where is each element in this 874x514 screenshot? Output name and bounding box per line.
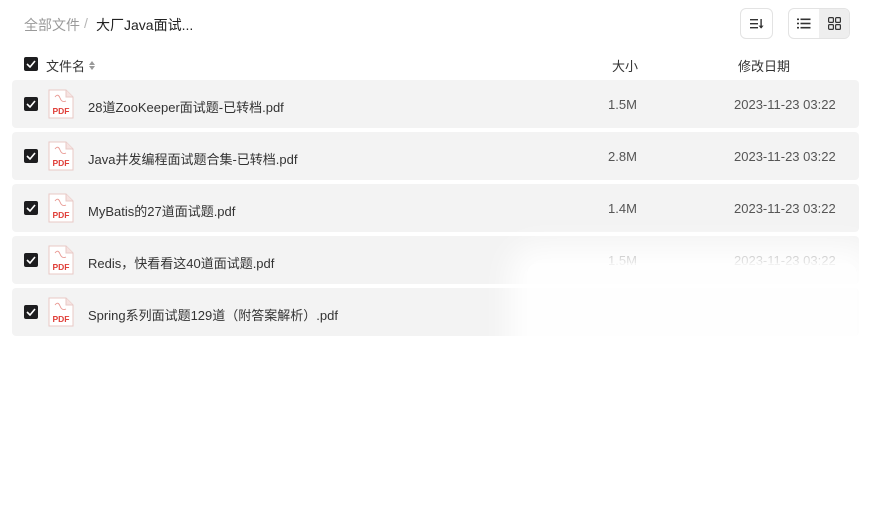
size-column-header: 大小 — [612, 59, 639, 74]
pdf-file-icon: PDF — [48, 141, 74, 171]
file-checkbox[interactable] — [24, 253, 38, 267]
sort-icon — [749, 18, 764, 29]
pdf-icon-label: PDF — [53, 314, 70, 324]
checkmark-icon — [26, 152, 36, 160]
file-modified-date: 2023-11-23 03:22 — [734, 97, 836, 112]
pdf-icon-label: PDF — [53, 262, 70, 272]
file-name[interactable]: Java并发编程面试题合集-已转档.pdf — [88, 149, 297, 168]
file-checkbox[interactable] — [24, 149, 38, 163]
file-checkbox[interactable] — [24, 305, 38, 319]
file-row[interactable]: PDF Spring系列面试题129道（附答案解析）.pdf — [12, 288, 859, 336]
breadcrumb-current: 大厂Java面试... — [96, 17, 194, 33]
sort-button[interactable] — [740, 8, 773, 39]
pdf-icon-label: PDF — [53, 158, 70, 168]
grid-view-icon — [827, 17, 841, 30]
checkmark-icon — [26, 308, 36, 316]
file-size: 1.4M — [608, 201, 637, 216]
name-column-header[interactable]: 文件名 — [46, 56, 96, 75]
file-name[interactable]: Spring系列面试题129道（附答案解析）.pdf — [88, 305, 338, 324]
list-view-icon — [797, 18, 811, 29]
modified-column-header: 修改日期 — [738, 59, 791, 74]
file-row[interactable]: PDF Redis，快看看这40道面试题.pdf 1.5M 2023-11-23… — [12, 236, 859, 284]
breadcrumb-root[interactable]: 全部文件 — [24, 15, 80, 35]
pdf-file-icon: PDF — [48, 297, 74, 327]
name-column-label: 文件名 — [46, 59, 86, 74]
pdf-file-icon: PDF — [48, 245, 74, 275]
list-view-button[interactable] — [789, 9, 819, 38]
file-checkbox[interactable] — [24, 97, 38, 111]
sort-arrows-icon — [89, 61, 96, 70]
file-modified-date: 2023-11-23 03:22 — [734, 149, 836, 164]
file-size: 2.8M — [608, 149, 637, 164]
checkmark-icon — [26, 204, 36, 212]
file-modified-date: 2023-11-23 03:22 — [734, 201, 836, 216]
file-size: 1.5M — [608, 253, 637, 268]
pdf-icon-label: PDF — [53, 210, 70, 220]
grid-view-button[interactable] — [819, 9, 849, 38]
file-row[interactable]: PDF MyBatis的27道面试题.pdf 1.4M 2023-11-23 0… — [12, 184, 859, 232]
file-checkbox[interactable] — [24, 201, 38, 215]
breadcrumb-separator: / — [84, 15, 88, 31]
select-all-checkbox[interactable] — [24, 57, 38, 71]
file-row[interactable]: PDF 28道ZooKeeper面试题-已转档.pdf 1.5M 2023-11… — [12, 80, 859, 128]
pdf-file-icon: PDF — [48, 193, 74, 223]
pdf-file-icon: PDF — [48, 89, 74, 119]
checkmark-icon — [26, 256, 36, 264]
file-row[interactable]: PDF Java并发编程面试题合集-已转档.pdf 2.8M 2023-11-2… — [12, 132, 859, 180]
top-bar: 全部文件 / 大厂Java面试... — [0, 0, 874, 48]
view-toggle — [788, 8, 850, 39]
file-name[interactable]: Redis，快看看这40道面试题.pdf — [88, 253, 274, 272]
checkmark-icon — [26, 100, 36, 108]
file-modified-date: 2023-11-23 03:22 — [734, 253, 836, 268]
checkmark-icon — [26, 60, 36, 68]
file-name[interactable]: MyBatis的27道面试题.pdf — [88, 201, 235, 220]
table-header: 文件名 大小 修改日期 — [0, 52, 874, 76]
file-name[interactable]: 28道ZooKeeper面试题-已转档.pdf — [88, 97, 284, 116]
pdf-icon-label: PDF — [53, 106, 70, 116]
file-size: 1.5M — [608, 97, 637, 112]
file-list: PDF 28道ZooKeeper面试题-已转档.pdf 1.5M 2023-11… — [12, 80, 859, 340]
